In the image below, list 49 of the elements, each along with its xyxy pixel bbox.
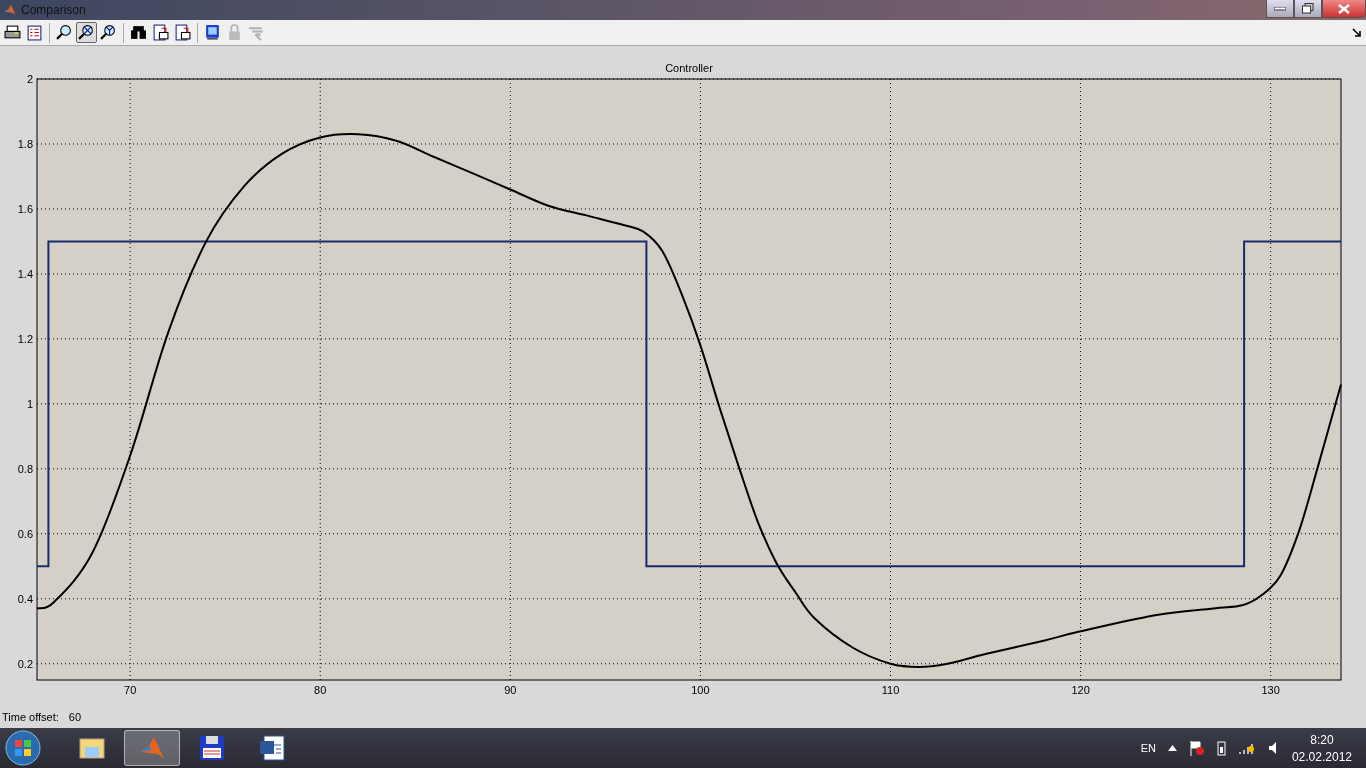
x-tick-label: 130	[1261, 684, 1280, 696]
zoom-out-icon	[78, 24, 95, 41]
close-button[interactable]	[1322, 0, 1366, 18]
magnifier-icon	[100, 24, 117, 41]
clipboard-icon	[26, 24, 43, 41]
x-tick-label: 100	[691, 684, 710, 696]
y-tick-label: 0.2	[17, 657, 33, 670]
print-icon	[4, 24, 21, 41]
flag-icon[interactable]	[1188, 740, 1205, 756]
clock-date[interactable]: 02.02.2012	[1291, 749, 1352, 764]
status-value: 60	[68, 711, 82, 723]
toolbar-button[interactable]	[172, 22, 193, 43]
magnifier-icon	[56, 24, 73, 41]
signal-icon[interactable]	[1237, 741, 1256, 755]
restore-button[interactable]	[1294, 0, 1322, 18]
clock-time[interactable]: 8:20	[1310, 732, 1334, 747]
binoculars-icon	[130, 24, 147, 41]
y-tick-label: 1.6	[17, 202, 33, 215]
battery-icon[interactable]	[1216, 740, 1226, 756]
x-tick-label: 80	[314, 684, 327, 696]
window-title: Comparison	[21, 3, 86, 17]
x-tick-label: 70	[124, 684, 137, 696]
status-label: Time offset:	[2, 711, 59, 723]
y-tick-label: 0.6	[17, 527, 33, 540]
minimize-button[interactable]	[1266, 0, 1294, 18]
close-icon	[1338, 3, 1350, 14]
peak-logo-icon	[3, 3, 17, 17]
y-tick-label: 2	[26, 73, 33, 85]
x-tick-label: 110	[881, 684, 900, 696]
chart-title: Controller	[665, 62, 713, 74]
y-tick-label: 0.8	[17, 462, 33, 475]
restore-icon	[1302, 3, 1314, 14]
x-tick-label: 90	[504, 684, 517, 696]
y-tick-label: 1.8	[17, 137, 33, 150]
start-button[interactable]	[4, 729, 42, 767]
y-tick-label: 1	[26, 397, 33, 410]
toolbar-button[interactable]	[150, 22, 171, 43]
monitor-icon	[204, 24, 221, 41]
triangle-up-icon[interactable]	[1167, 745, 1177, 751]
x-tick-label: 120	[1071, 684, 1090, 696]
toolbar-button[interactable]	[76, 22, 97, 43]
y-tick-label: 1.4	[17, 267, 33, 280]
lock-icon	[226, 24, 243, 41]
minimize-icon	[1274, 6, 1286, 11]
y-tick-label: 1.2	[17, 332, 33, 345]
dock-arrow-icon[interactable]	[1352, 27, 1362, 38]
y-tick-label: 0.4	[17, 592, 33, 605]
document-w-icon	[257, 733, 287, 763]
language-indicator[interactable]: EN	[1140, 742, 1156, 754]
